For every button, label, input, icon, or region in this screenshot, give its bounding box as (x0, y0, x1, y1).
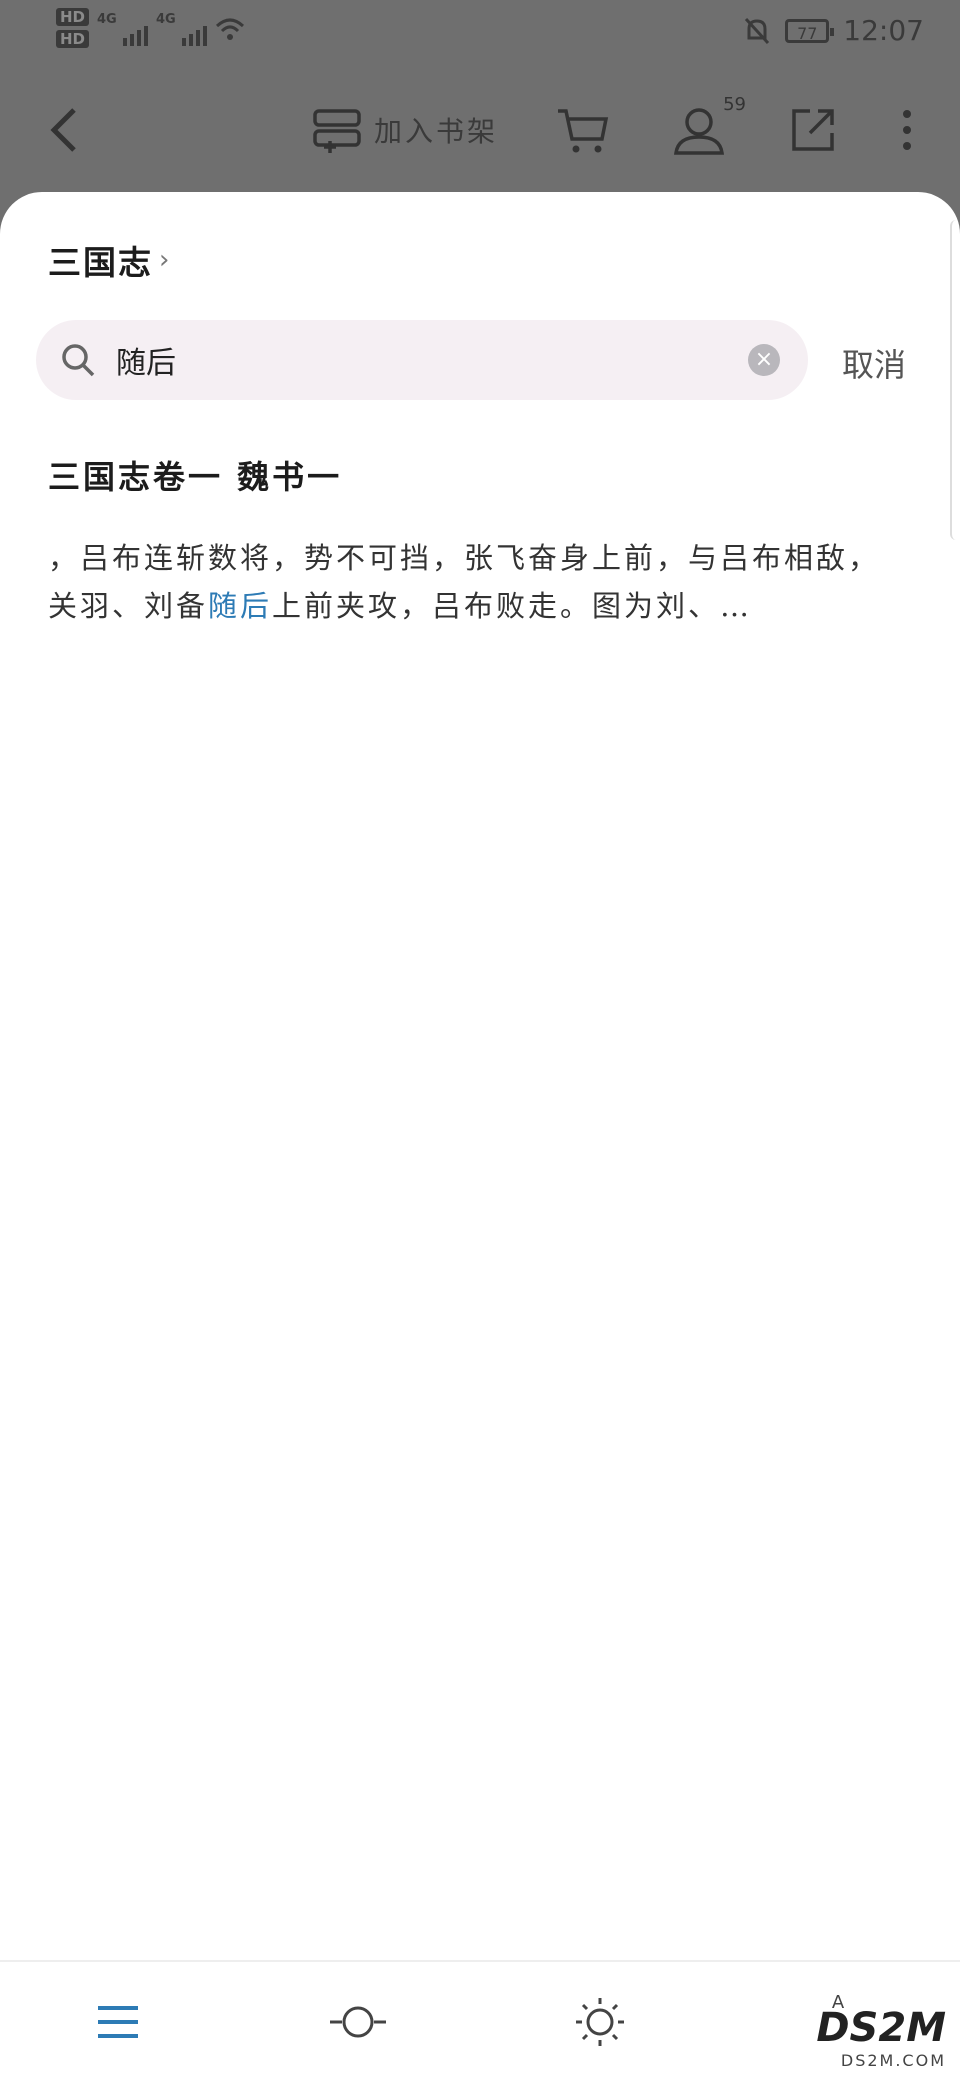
more-vertical-icon (903, 110, 911, 150)
search-result[interactable]: 三国志卷一 魏书一 ，吕布连斩数将，势不可挡，张飞奋身上前，与吕布相敌，关羽、刘… (48, 452, 908, 630)
share-icon (792, 109, 834, 151)
hd-badge-1: HD (56, 8, 90, 26)
battery-icon: 77 (785, 18, 835, 43)
bookshelf-add-icon (313, 109, 361, 153)
add-to-shelf-label: 加入书架 (374, 115, 499, 148)
network-type-1: 4G (97, 12, 117, 27)
watermark-url: DS2M.COM (840, 2051, 946, 2070)
progress-icon (330, 2006, 386, 2038)
mute-bell-icon (745, 17, 770, 44)
hd-badge-2: HD (56, 30, 90, 48)
status-left: HD HD 4G 4G (56, 8, 245, 48)
wifi-icon (215, 18, 245, 40)
cancel-button[interactable]: 取消 (842, 340, 906, 386)
search-icon (62, 344, 95, 377)
signal-icon-2: 4G (156, 8, 208, 46)
profile-button[interactable]: 59 (672, 94, 746, 160)
result-snippet: ，吕布连斩数将，势不可挡，张飞奋身上前，与吕布相敌，关羽、刘备随后上前夹攻，吕布… (48, 534, 908, 630)
toc-button[interactable] (88, 1992, 148, 2052)
bottom-bar: A DS2M DS2M.COM (0, 1960, 960, 2080)
status-bar: HD HD 4G 4G 77 12:07 (0, 0, 960, 70)
brightness-button[interactable] (570, 1992, 630, 2052)
book-title: 三国志 (48, 243, 153, 282)
share-button[interactable] (790, 100, 836, 160)
back-button[interactable] (46, 100, 82, 160)
snippet-highlight: 随后 (208, 589, 273, 623)
book-title-link[interactable]: 三国志 › (48, 236, 171, 284)
clear-search-icon[interactable]: × (748, 344, 780, 376)
snippet-after: 上前夹攻，吕布败走。图为刘、… (272, 589, 753, 623)
chevron-left-icon (50, 108, 76, 152)
search-sheet: 三国志 › × 取消 三国志卷一 魏书一 ，吕布连斩数将，势不可挡，张飞奋身上前… (0, 192, 960, 2080)
cart-icon (558, 109, 609, 153)
result-chapter-title: 三国志卷一 魏书一 (48, 458, 343, 496)
progress-button[interactable] (328, 1992, 388, 2052)
network-type-2: 4G (156, 12, 176, 27)
search-bar[interactable]: × (36, 320, 808, 400)
signal-icon-1: 4G (97, 8, 149, 46)
watermark-logo: DS2M (816, 2005, 946, 2051)
sheet-edge (950, 220, 960, 540)
hd-indicators: HD HD (56, 8, 90, 48)
menu-icon (98, 2006, 138, 2038)
brightness-icon (576, 1998, 624, 2046)
profile-badge: 59 (723, 94, 746, 115)
watermark: DS2M DS2M.COM (816, 2005, 946, 2070)
chevron-right-icon: › (159, 245, 172, 275)
status-right: 77 12:07 (743, 14, 924, 47)
add-to-shelf-button[interactable]: 加入书架 (312, 100, 498, 160)
user-icon (674, 108, 724, 155)
more-button[interactable] (900, 100, 914, 160)
reader-toolbar: 加入书架 59 (0, 70, 960, 190)
clock: 12:07 (843, 14, 924, 47)
cart-button[interactable] (556, 100, 610, 160)
search-input[interactable] (114, 341, 678, 379)
